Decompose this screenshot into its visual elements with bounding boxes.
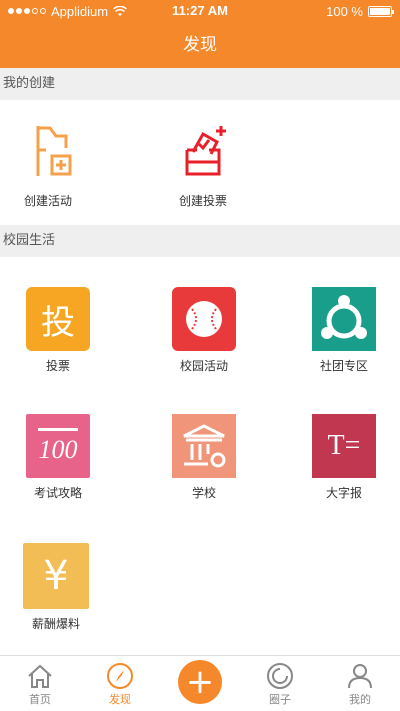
carrier-name: Applidium xyxy=(51,3,109,19)
tab-add[interactable]: + xyxy=(160,656,240,711)
status-left: Applidium xyxy=(8,3,128,19)
tab-discover-label: 发现 xyxy=(109,693,131,706)
vote-label: 投票 xyxy=(45,359,70,373)
campus-life-grid: 投 投票 校园活动 社团专区 100 考试攻略 学校 T= 大字报 ¥ 薪酬爆料 xyxy=(0,257,400,677)
create-vote-item[interactable]: 创建投票 xyxy=(143,122,263,209)
tab-home[interactable]: 首页 xyxy=(0,656,80,711)
bottom-tab-bar: 首页 发现 + 圈子 我的 xyxy=(0,655,400,711)
ballot-box-icon xyxy=(185,126,226,176)
status-bar: Applidium 11:27 AM 100 % xyxy=(0,0,400,22)
wifi-icon xyxy=(113,5,128,16)
battery-icon xyxy=(368,5,394,17)
section-header-my-create: 我的创建 xyxy=(0,68,400,100)
tab-discover[interactable]: 发现 xyxy=(80,656,160,711)
page-title: 发现 xyxy=(183,35,217,55)
tab-me-label: 我的 xyxy=(349,693,371,706)
tab-circle-label: 圈子 xyxy=(269,693,291,706)
campus-activity-label: 校园活动 xyxy=(179,359,228,373)
app-header: Applidium 11:27 AM 100 % 发现 xyxy=(0,0,400,68)
club-zone-item[interactable]: 社团专区 xyxy=(284,287,400,374)
school-icon xyxy=(172,414,236,478)
big-poster-icon: T= xyxy=(312,414,376,478)
campus-activity-item[interactable]: 校园活动 xyxy=(144,287,264,374)
club-zone-label: 社团专区 xyxy=(319,359,368,373)
salary-reveal-label: 薪酬爆料 xyxy=(31,617,80,631)
vote-glyph: 投 xyxy=(41,302,75,343)
exam-guide-item[interactable]: 100 考试攻略 xyxy=(0,414,118,501)
school-item[interactable]: 学校 xyxy=(144,414,264,501)
big-poster-item[interactable]: T= 大字报 xyxy=(284,414,400,501)
exam-guide-label: 考试攻略 xyxy=(33,486,82,500)
user-icon xyxy=(348,664,372,689)
section-header-campus-life: 校园生活 xyxy=(0,225,400,257)
battery-percent: 100 % xyxy=(326,3,363,19)
plus-icon: + xyxy=(178,660,222,704)
tab-home-label: 首页 xyxy=(29,693,51,706)
yen-icon: ¥ xyxy=(23,543,89,609)
status-right: 100 % xyxy=(326,3,394,19)
vote-icon: 投 xyxy=(26,287,90,351)
school-label: 学校 xyxy=(191,486,216,500)
signal-icon xyxy=(8,8,46,14)
status-time: 11:27 AM xyxy=(172,3,228,18)
yen-glyph: ¥ xyxy=(43,553,69,599)
create-activity-label: 创建活动 xyxy=(23,194,72,208)
create-vote-label: 创建投票 xyxy=(178,194,227,208)
club-icon xyxy=(312,287,376,351)
score-100-glyph: 100 xyxy=(38,434,78,464)
circle-icon xyxy=(267,663,293,689)
compass-icon xyxy=(107,663,133,689)
my-create-row: 创建活动 创建投票 xyxy=(0,100,400,225)
vote-item[interactable]: 投 投票 xyxy=(0,287,118,374)
score-100-icon: 100 xyxy=(26,414,90,478)
flag-plus-icon xyxy=(36,126,72,176)
baseball-icon xyxy=(172,287,236,351)
tab-me[interactable]: 我的 xyxy=(320,656,400,711)
big-poster-label: 大字报 xyxy=(325,486,362,500)
create-activity-item[interactable]: 创建活动 xyxy=(0,122,108,209)
big-poster-glyph: T= xyxy=(327,430,361,461)
home-icon xyxy=(28,664,52,688)
tab-circle[interactable]: 圈子 xyxy=(240,656,320,711)
salary-reveal-item[interactable]: ¥ 薪酬爆料 xyxy=(0,543,116,632)
